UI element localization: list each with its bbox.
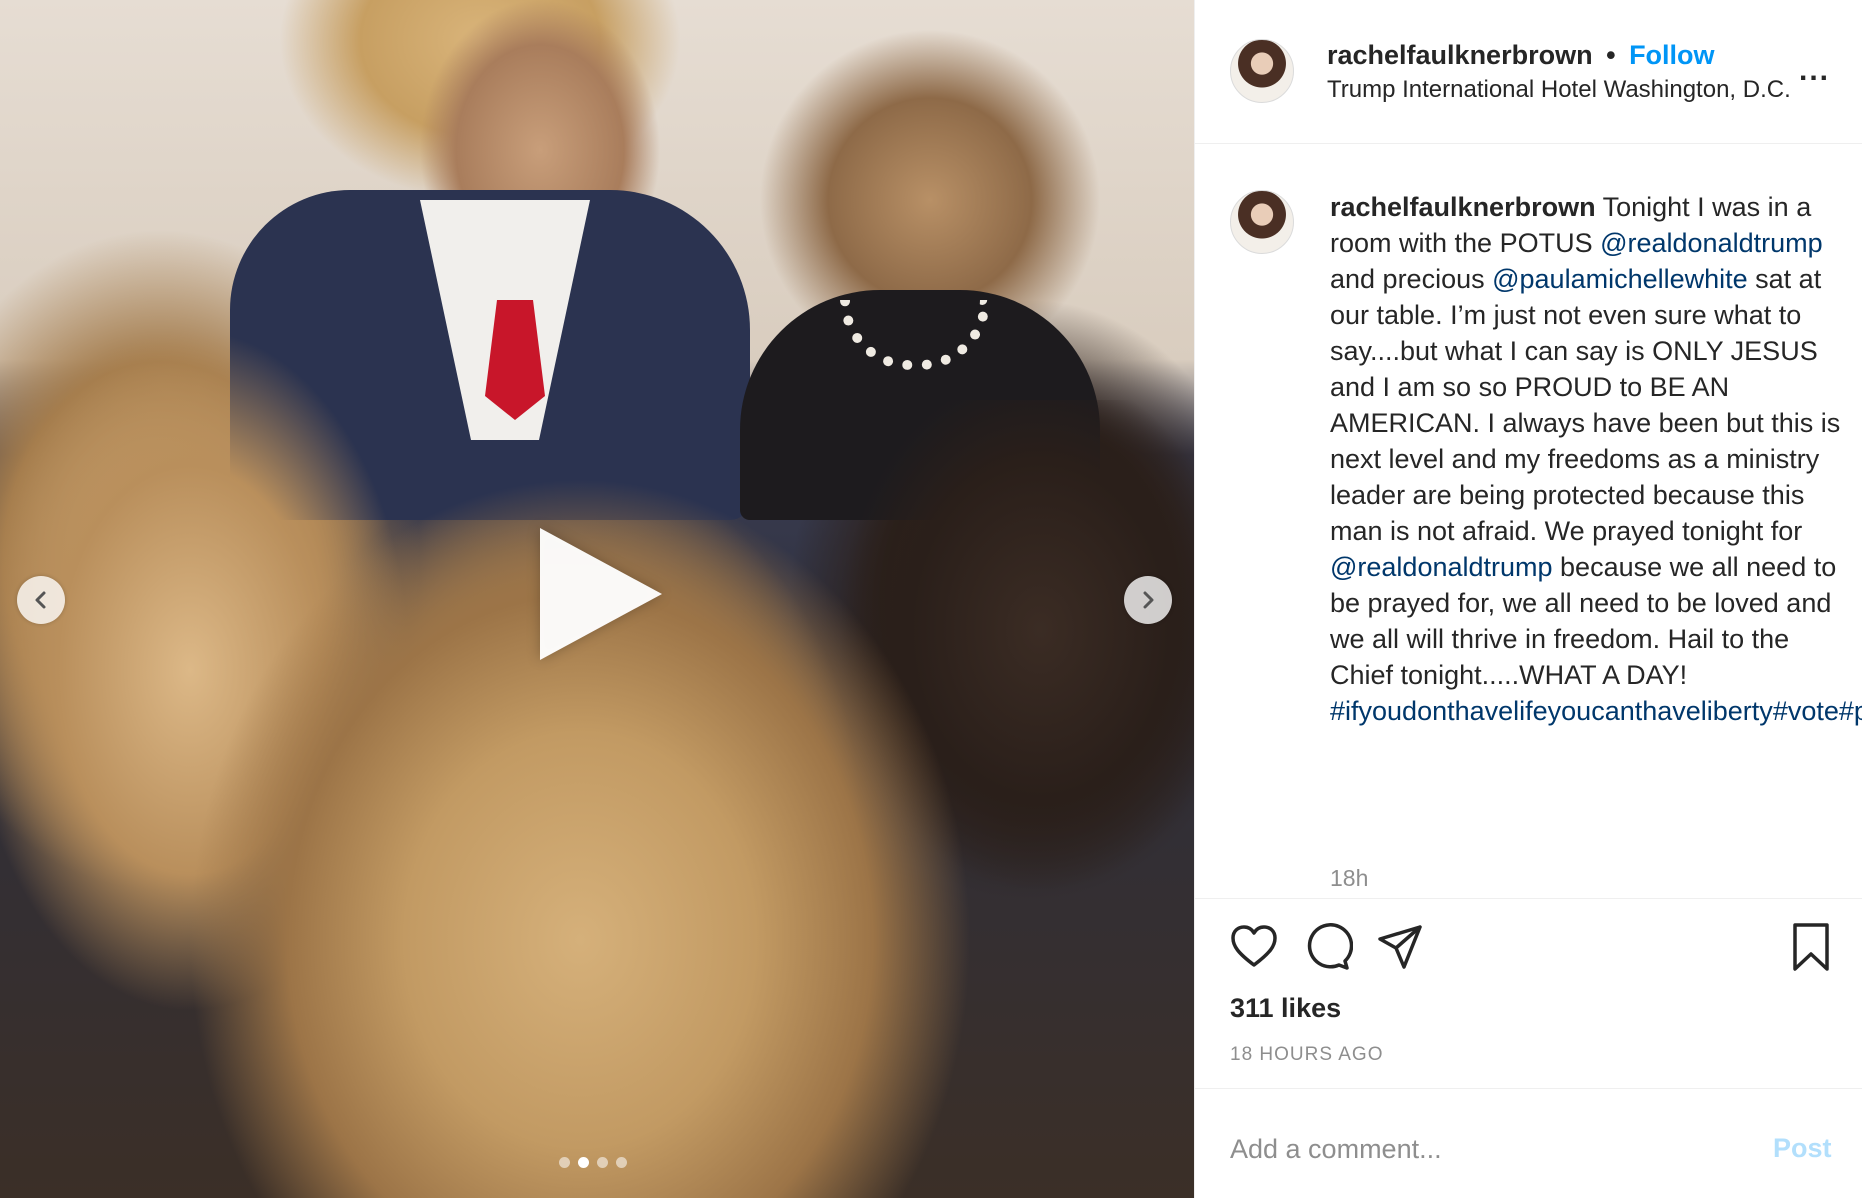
header-username[interactable]: rachelfaulknerbrown <box>1327 40 1593 70</box>
bookmark-icon[interactable] <box>1785 921 1837 973</box>
mention-link[interactable]: @realdonaldtrump <box>1330 552 1553 582</box>
hashtag-link[interactable]: #ifyoudonthavelifeyoucanthaveliberty <box>1330 696 1773 726</box>
location-link[interactable]: Trump International Hotel Washington, D.… <box>1327 76 1791 104</box>
carousel-dot <box>616 1157 627 1168</box>
chevron-left-icon <box>35 591 46 609</box>
mention-link[interactable]: @paulamichellewhite <box>1492 264 1748 294</box>
share-icon[interactable] <box>1374 921 1426 973</box>
chevron-right-icon <box>1143 591 1154 609</box>
action-bar: 311 likes 18 HOURS AGO <box>1195 898 1862 1088</box>
carousel-indicator <box>559 1157 627 1168</box>
comment-section: Post <box>1195 1088 1862 1198</box>
caption-text: rachelfaulknerbrown Tonight I was in a r… <box>1330 189 1862 729</box>
likes-count[interactable]: 311 likes <box>1230 993 1341 1024</box>
play-icon[interactable] <box>540 528 662 660</box>
post-header: rachelfaulknerbrown • Follow Trump Inter… <box>1195 0 1862 144</box>
post-side-panel: rachelfaulknerbrown • Follow Trump Inter… <box>1194 0 1862 1198</box>
carousel-prev-button[interactable] <box>17 576 65 624</box>
post-timestamp: 18 HOURS AGO <box>1230 1044 1384 1065</box>
caption-segment: sat at our table. I’m just not even sure… <box>1330 264 1841 546</box>
separator-dot: • <box>1606 40 1616 70</box>
post-comment-button[interactable]: Post <box>1773 1133 1832 1164</box>
more-options-icon[interactable]: ... <box>1799 54 1830 88</box>
caption-time[interactable]: 18h <box>1330 865 1368 892</box>
caption-area: rachelfaulknerbrown Tonight I was in a r… <box>1195 145 1862 898</box>
follow-button[interactable]: Follow <box>1629 40 1714 70</box>
carousel-next-button[interactable] <box>1124 576 1172 624</box>
comment-input[interactable] <box>1230 1129 1710 1169</box>
caption-segment: and precious <box>1330 264 1493 294</box>
avatar[interactable] <box>1230 190 1294 254</box>
avatar[interactable] <box>1230 39 1294 103</box>
post-media[interactable] <box>0 0 1194 1198</box>
mention-link[interactable]: @realdonaldtrump <box>1600 228 1823 258</box>
caption-username[interactable]: rachelfaulknerbrown <box>1330 192 1596 222</box>
carousel-dot-active <box>578 1157 589 1168</box>
comment-icon[interactable] <box>1301 921 1353 973</box>
header-user-line: rachelfaulknerbrown • Follow <box>1327 40 1715 71</box>
carousel-dot <box>559 1157 570 1168</box>
carousel-dot <box>597 1157 608 1168</box>
hashtag-link[interactable]: #prolife <box>1839 696 1862 726</box>
heart-icon[interactable] <box>1228 921 1280 973</box>
hashtag-link[interactable]: #vote <box>1773 696 1839 726</box>
